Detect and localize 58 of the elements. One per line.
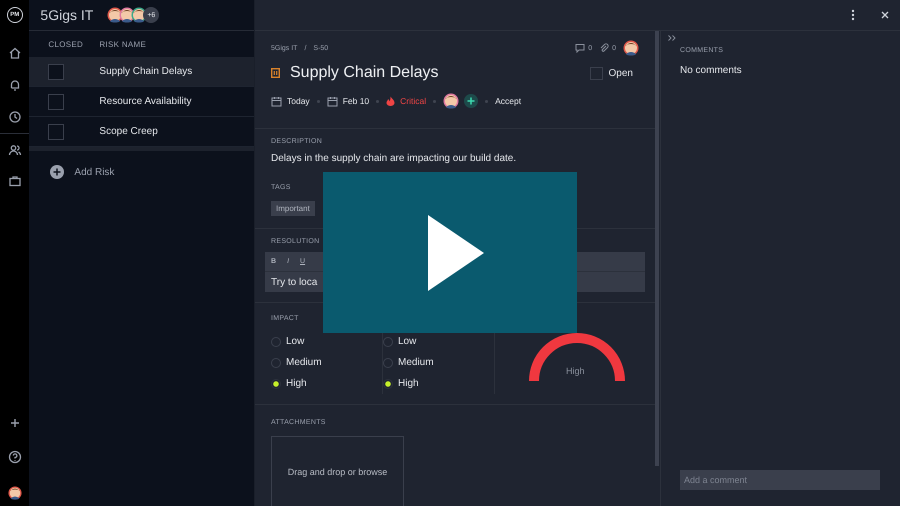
drop-zone[interactable]: Drag and drop or browse (271, 436, 404, 506)
option-label: Medium (286, 357, 322, 368)
start-date[interactable]: Today (287, 96, 310, 106)
calendar-icon[interactable] (271, 96, 282, 106)
tag[interactable]: Important (271, 201, 315, 216)
column-header: RISK NAME (99, 40, 146, 48)
resolution-text: Try to loca (270, 276, 318, 290)
add-icon[interactable] (50, 165, 64, 179)
status-toggle[interactable]: Open (590, 66, 633, 80)
radio-button[interactable] (271, 358, 281, 368)
checkbox[interactable] (48, 94, 64, 110)
radio-button[interactable] (271, 378, 281, 388)
description-text[interactable]: Delays in the supply chain are impacting our build date. (271, 153, 639, 164)
add-assignee-icon[interactable] (464, 94, 478, 108)
level-value: High (566, 366, 585, 376)
people-icon[interactable] (8, 142, 22, 156)
due-date[interactable]: Feb 10 (342, 96, 370, 106)
option-label: Low (398, 336, 416, 347)
checkbox[interactable] (48, 124, 64, 140)
risk-row[interactable]: Supply Chain Delays (29, 57, 254, 87)
checkbox[interactable] (48, 64, 64, 80)
comment-field[interactable]: Add a comment (680, 470, 880, 490)
option-label: High (398, 378, 419, 389)
risk-title: Supply Chain Delays (290, 64, 439, 82)
help-icon[interactable] (8, 450, 22, 464)
close-icon[interactable] (881, 11, 889, 19)
briefcase-icon[interactable] (8, 174, 22, 188)
risk-icon (271, 68, 280, 78)
risk-name: Supply Chain Delays (99, 66, 192, 77)
add-risk-link[interactable]: Add Risk (74, 166, 114, 178)
home-icon[interactable] (8, 46, 22, 60)
option-label: High (286, 378, 307, 389)
column-header: CLOSED (47, 40, 84, 48)
radio-button[interactable] (383, 358, 393, 368)
avatar-icon (623, 40, 639, 56)
play-overlay[interactable] (323, 172, 577, 333)
calendar-icon[interactable] (326, 96, 338, 106)
priority-label[interactable]: Critical (400, 96, 426, 106)
radio-button[interactable] (271, 336, 281, 346)
more-icon[interactable] (851, 9, 855, 21)
paperclip-icon[interactable] (599, 43, 610, 53)
plus-icon[interactable] (10, 418, 20, 428)
radio-button[interactable] (383, 336, 393, 346)
empty-message: No comments (680, 65, 743, 76)
project-title: 5Gigs IT (40, 7, 94, 23)
comment-icon[interactable] (575, 43, 586, 53)
risk-name: Resource Availability (99, 96, 192, 107)
option-label: Medium (398, 357, 434, 368)
collapse-icon[interactable] (668, 35, 676, 41)
flame-icon (386, 96, 396, 106)
play-icon[interactable] (428, 214, 484, 290)
radio-button[interactable] (383, 378, 393, 388)
response-label[interactable]: Accept (495, 96, 522, 106)
risk-name: Scope Creep (99, 126, 158, 137)
option-label: Low (286, 336, 304, 347)
avatar-icon (8, 486, 22, 500)
avatar-icon (443, 93, 460, 109)
clock-icon[interactable] (8, 110, 22, 124)
